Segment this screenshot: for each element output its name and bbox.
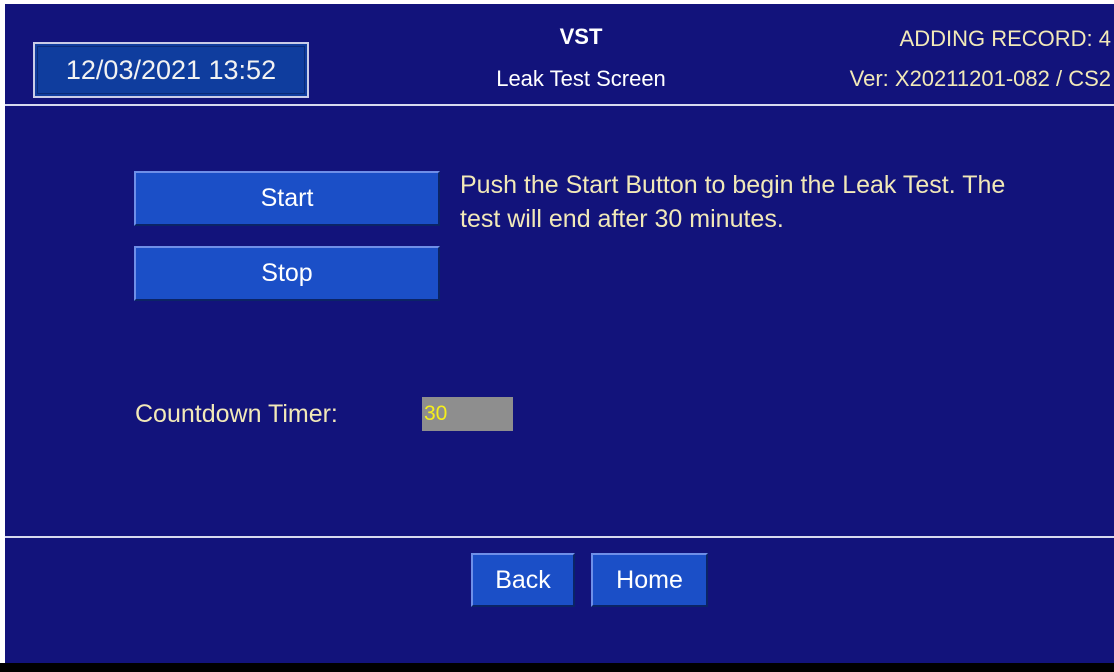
- start-button[interactable]: Start: [134, 171, 440, 226]
- stop-button-label: Stop: [261, 259, 313, 287]
- datetime-display: 12/03/2021 13:52: [33, 42, 309, 98]
- screen-bezel: [0, 663, 1114, 672]
- back-button[interactable]: Back: [471, 553, 575, 607]
- home-button[interactable]: Home: [591, 553, 708, 607]
- back-button-label: Back: [495, 565, 551, 594]
- footer-divider: [5, 536, 1114, 538]
- leak-test-screen: 12/03/2021 13:52 VST Leak Test Screen AD…: [5, 4, 1114, 663]
- countdown-timer-label: Countdown Timer:: [135, 400, 338, 428]
- record-status: ADDING RECORD: 4: [899, 26, 1111, 51]
- instructions-text: Push the Start Button to begin the Leak …: [460, 171, 1006, 233]
- countdown-timer-value-text: 30: [424, 402, 448, 425]
- header-divider: [5, 104, 1114, 106]
- start-button-label: Start: [260, 184, 314, 212]
- countdown-timer-value: 30: [422, 397, 513, 431]
- stop-button[interactable]: Stop: [134, 246, 440, 301]
- home-button-label: Home: [616, 565, 683, 594]
- app-name: VST: [559, 24, 603, 49]
- version-label: Ver: X20211201-082 / CS2: [849, 66, 1111, 91]
- datetime-text: 12/03/2021 13:52: [65, 54, 277, 85]
- screen-title: Leak Test Screen: [496, 66, 666, 91]
